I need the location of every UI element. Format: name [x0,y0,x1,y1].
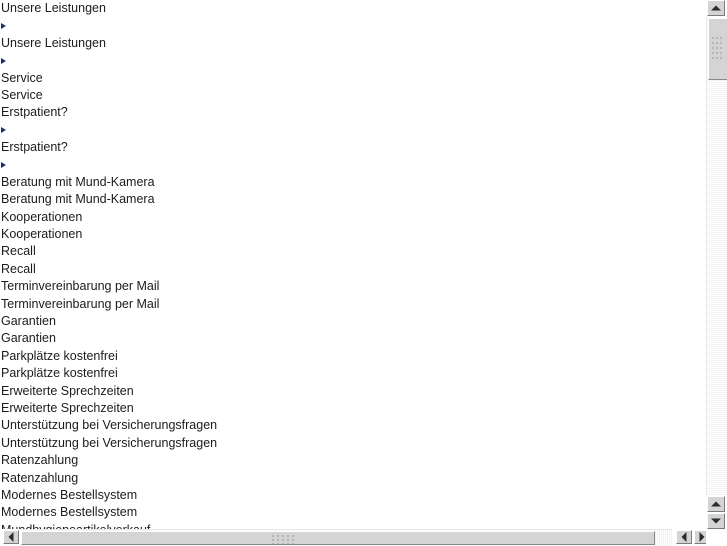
horizontal-scroll-track[interactable] [21,529,672,546]
scroll-down-icon [711,518,721,524]
list-item[interactable]: Unterstützung bei Versicherungsfragen [0,435,706,452]
list-item[interactable]: Garantien [0,313,706,330]
list-item[interactable]: Service [0,87,706,104]
vertical-scroll-thumb[interactable] [708,18,727,80]
scroll-left-button-left[interactable] [3,530,19,544]
scroll-up-icon [711,501,721,507]
list-item-bullet [0,157,706,174]
list-item[interactable]: Unsere Leistungen [0,35,706,52]
list-item[interactable]: Unterstützung bei Versicherungsfragen [0,417,706,434]
list-item[interactable]: Parkplätze kostenfrei [0,365,706,382]
list-item[interactable]: Recall [0,243,706,260]
grip-dots-icon [712,37,724,61]
vertical-scrollbar[interactable] [706,0,727,545]
scroll-left-icon [8,532,14,542]
scroll-right-icon [699,532,705,542]
list-item[interactable]: Terminvereinbarung per Mail [0,278,706,295]
list-item[interactable]: Garantien [0,330,706,347]
horizontal-scroll-thumb[interactable] [21,531,655,545]
list-item[interactable]: Ratenzahlung [0,452,706,469]
service-list: Unsere Leistungen Unsere Leistungen Servic… [0,0,706,529]
scroll-up-icon [711,5,721,11]
list-item-bullet [0,52,706,69]
horizontal-scrollbar[interactable] [0,529,710,546]
vertical-scroll-track[interactable] [706,17,727,495]
list-item[interactable]: Unsere Leistungen [0,0,706,17]
triangle-right-icon [1,57,6,64]
list-item[interactable]: Parkplätze kostenfrei [0,348,706,365]
scroll-up-button-top[interactable] [707,0,725,16]
list-item[interactable]: Erstpatient? [0,104,706,121]
list-item[interactable]: Kooperationen [0,209,706,226]
scroll-pane-window: Unsere Leistungen Unsere Leistungen Servic… [0,0,727,546]
content-viewport[interactable]: Unsere Leistungen Unsere Leistungen Servic… [0,0,706,529]
list-item[interactable]: Kooperationen [0,226,706,243]
list-item[interactable]: Erstpatient? [0,139,706,156]
list-item[interactable]: Erweiterte Sprechzeiten [0,383,706,400]
triangle-right-icon [1,127,6,134]
list-item-bullet [0,17,706,34]
list-item-bullet [0,122,706,139]
list-item[interactable]: Beratung mit Mund-Kamera [0,174,706,191]
list-item[interactable]: Ratenzahlung [0,470,706,487]
list-item[interactable]: Service [0,70,706,87]
scroll-down-button-bottom[interactable] [707,513,725,529]
list-item[interactable]: Recall [0,261,706,278]
scroll-left-icon [681,532,687,542]
triangle-right-icon [1,23,6,30]
scrollbar-corner [706,529,727,545]
scroll-up-button-bottom[interactable] [707,496,725,512]
list-item[interactable]: Beratung mit Mund-Kamera [0,191,706,208]
triangle-right-icon [1,162,6,169]
list-item[interactable]: Modernes Bestellsystem [0,504,706,521]
list-item[interactable]: Mundhygieneartikelverkauf [0,522,706,529]
grip-dots-icon [272,535,294,544]
list-item[interactable]: Terminvereinbarung per Mail [0,296,706,313]
scroll-left-button-right[interactable] [676,530,692,544]
list-item[interactable]: Modernes Bestellsystem [0,487,706,504]
list-item[interactable]: Erweiterte Sprechzeiten [0,400,706,417]
